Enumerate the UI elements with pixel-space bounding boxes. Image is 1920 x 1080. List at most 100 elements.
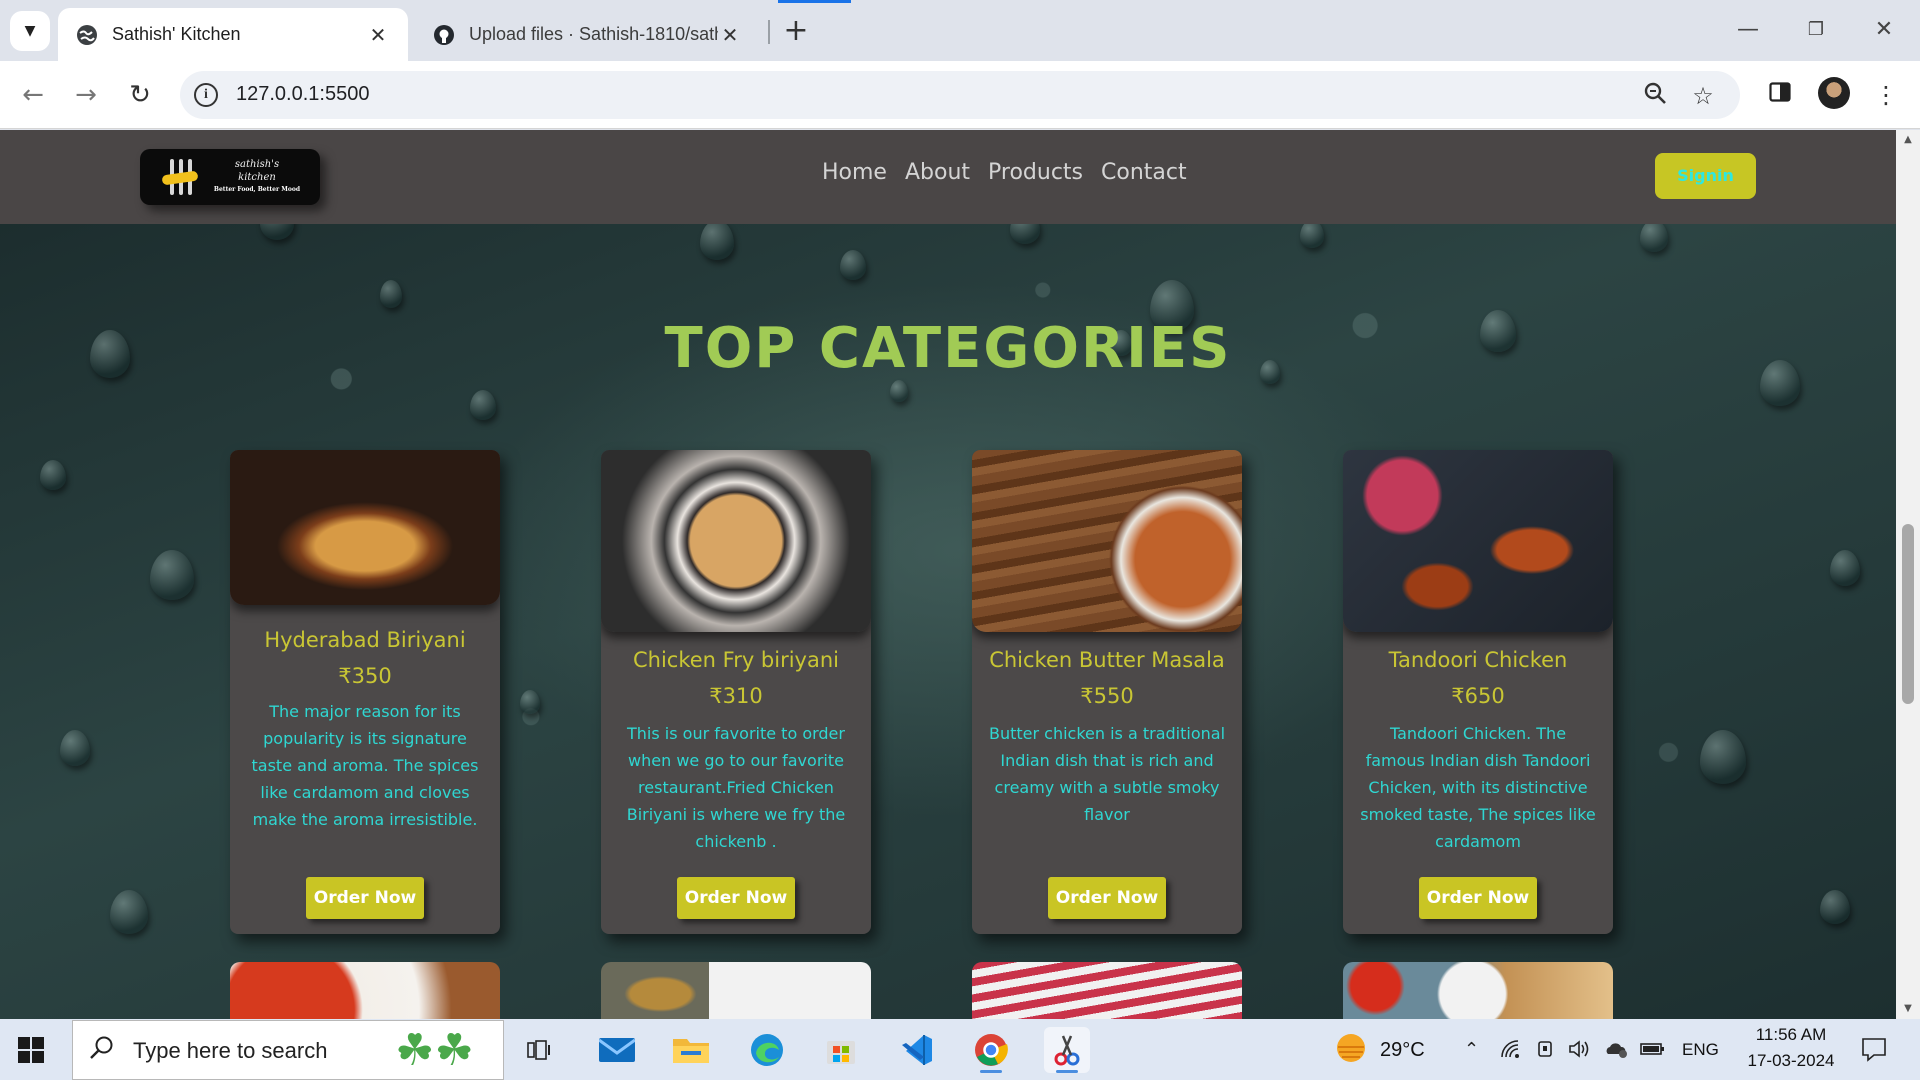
scrollbar-thumb[interactable] <box>1902 524 1914 704</box>
notification-icon[interactable] <box>1860 1035 1888 1068</box>
url-text[interactable]: 127.0.0.1:5500 <box>236 83 369 106</box>
tab-search-button[interactable]: ▼ <box>10 11 50 51</box>
nav-products-link[interactable]: Products <box>988 160 1083 185</box>
mail-icon[interactable] <box>594 1027 640 1073</box>
scroll-down-icon[interactable]: ▼ <box>1896 999 1920 1019</box>
windows-start-icon[interactable] <box>18 1037 44 1063</box>
site-navbar: sathish's kitchen Better Food, Better Mo… <box>0 130 1896 224</box>
product-price: ₹550 <box>1080 684 1134 708</box>
close-tab-icon[interactable]: ✕ <box>366 23 390 47</box>
new-tab-button[interactable]: + <box>778 14 814 50</box>
nav-about-link[interactable]: About <box>905 160 970 185</box>
food-image <box>230 962 500 1019</box>
food-image <box>230 450 500 605</box>
order-now-button[interactable]: Order Now <box>306 877 424 919</box>
page-scrollbar[interactable]: ▲ ▼ <box>1896 130 1920 1019</box>
forward-arrow-icon[interactable]: → <box>66 75 106 115</box>
product-name: Tandoori Chicken <box>1388 648 1568 672</box>
order-now-button[interactable]: Order Now <box>677 877 795 919</box>
tab-divider <box>768 20 770 44</box>
wifi-icon[interactable] <box>1500 1039 1522 1064</box>
chrome-icon[interactable] <box>968 1027 1014 1073</box>
site-info-icon[interactable]: i <box>194 83 218 107</box>
edge-browser-icon[interactable] <box>744 1027 790 1073</box>
close-tab-icon[interactable]: ✕ <box>718 23 742 47</box>
file-explorer-icon[interactable] <box>668 1027 714 1073</box>
tab-upload-files[interactable]: Upload files · Sathish-1810/sathish ✕ <box>415 8 760 61</box>
reload-icon[interactable]: ↻ <box>120 75 160 115</box>
task-view-icon[interactable] <box>516 1027 562 1073</box>
tab-sathish-kitchen[interactable]: Sathish' Kitchen ✕ <box>58 8 408 61</box>
restore-icon[interactable]: ❐ <box>1796 12 1836 48</box>
logo-tagline: Better Food, Better Mood <box>213 186 301 193</box>
water-drop <box>40 460 66 490</box>
zoom-icon[interactable] <box>1640 81 1670 111</box>
microsoft-store-icon[interactable] <box>818 1027 864 1073</box>
volume-icon[interactable] <box>1568 1039 1590 1064</box>
product-description: Tandoori Chicken. The famous Indian dish… <box>1360 724 1596 851</box>
water-drop <box>380 280 402 308</box>
close-window-icon[interactable]: ✕ <box>1864 12 1904 48</box>
language-indicator[interactable]: ENG <box>1682 1040 1719 1060</box>
product-card: Chicken Fry biriyani ₹310 This is our fa… <box>601 450 871 934</box>
product-card: Chicken Butter Masala ₹550 Butter chicke… <box>972 450 1242 934</box>
more-menu-icon[interactable]: ⋮ <box>1868 77 1904 113</box>
taskbar: Type here to search ☘☘ 29°C ⌃ ENG 11:56 … <box>0 1019 1920 1080</box>
chevron-down-icon: ▼ <box>24 23 36 39</box>
chevron-up-icon[interactable]: ⌃ <box>1464 1039 1479 1060</box>
clock-time[interactable]: 11:56 AM <box>1742 1025 1840 1045</box>
product-card: Hyderabad Biriyani ₹350 The major reason… <box>230 450 500 934</box>
nav-home-link[interactable]: Home <box>822 160 887 185</box>
water-drop <box>1640 220 1668 252</box>
signin-button[interactable]: Signin <box>1655 153 1756 199</box>
snipping-tool-icon[interactable] <box>1044 1027 1090 1073</box>
github-icon <box>433 24 455 46</box>
taskbar-search[interactable]: Type here to search ☘☘ <box>72 1020 504 1080</box>
product-name: Chicken Fry biriyani <box>632 648 840 672</box>
browser-toolbar: ← → ↻ i 127.0.0.1:5500 ☆ ⋮ <box>0 61 1920 129</box>
water-drop <box>60 730 90 766</box>
shamrock-icon: ☘☘ <box>395 1025 474 1076</box>
food-image <box>601 962 871 1019</box>
weather-sun-icon[interactable] <box>1334 1031 1368 1070</box>
minimize-icon[interactable]: — <box>1728 12 1768 48</box>
vscode-icon[interactable] <box>894 1027 940 1073</box>
food-image <box>972 450 1242 632</box>
product-price: ₹310 <box>709 684 763 708</box>
page-viewport: sathish's kitchen Better Food, Better Mo… <box>0 130 1896 1019</box>
food-image <box>601 450 871 632</box>
food-image <box>972 962 1242 1019</box>
clock-date[interactable]: 17-03-2024 <box>1742 1051 1840 1071</box>
side-panel-icon[interactable] <box>1762 77 1798 113</box>
product-price: ₹650 <box>1451 684 1505 708</box>
nav-contact-link[interactable]: Contact <box>1101 160 1187 185</box>
water-drop <box>840 250 866 280</box>
battery-icon[interactable] <box>1640 1039 1666 1064</box>
profile-avatar[interactable] <box>1818 77 1850 109</box>
water-drop <box>520 690 540 714</box>
water-drop <box>700 220 734 260</box>
main-menu: Home About Products Contact <box>822 160 1187 185</box>
order-now-button[interactable]: Order Now <box>1048 877 1166 919</box>
water-drop <box>470 390 496 420</box>
address-bar[interactable]: i 127.0.0.1:5500 ☆ <box>180 71 1740 119</box>
weather-temp[interactable]: 29°C <box>1380 1039 1425 1062</box>
bookmark-star-icon[interactable]: ☆ <box>1688 81 1718 111</box>
food-image <box>1343 450 1613 632</box>
site-logo[interactable]: sathish's kitchen Better Food, Better Mo… <box>140 149 320 205</box>
product-name: Hyderabad Biriyani <box>264 628 466 652</box>
order-now-button[interactable]: Order Now <box>1419 877 1537 919</box>
meet-now-icon[interactable] <box>1536 1039 1556 1064</box>
product-description: The major reason for its popularity is i… <box>251 702 479 829</box>
back-arrow-icon[interactable]: ← <box>13 75 53 115</box>
water-drop <box>1830 550 1860 586</box>
water-drop <box>1300 220 1324 248</box>
product-card: Tandoori Chicken ₹650 Tandoori Chicken. … <box>1343 450 1613 934</box>
globe-icon <box>76 24 98 46</box>
onedrive-icon[interactable] <box>1604 1039 1628 1064</box>
scroll-up-icon[interactable]: ▲ <box>1896 130 1920 150</box>
logo-brand: sathish's kitchen <box>234 159 280 183</box>
running-indicator <box>980 1070 1002 1073</box>
tab-title: Upload files · Sathish-1810/sathish <box>469 24 718 44</box>
product-price: ₹350 <box>338 664 392 688</box>
